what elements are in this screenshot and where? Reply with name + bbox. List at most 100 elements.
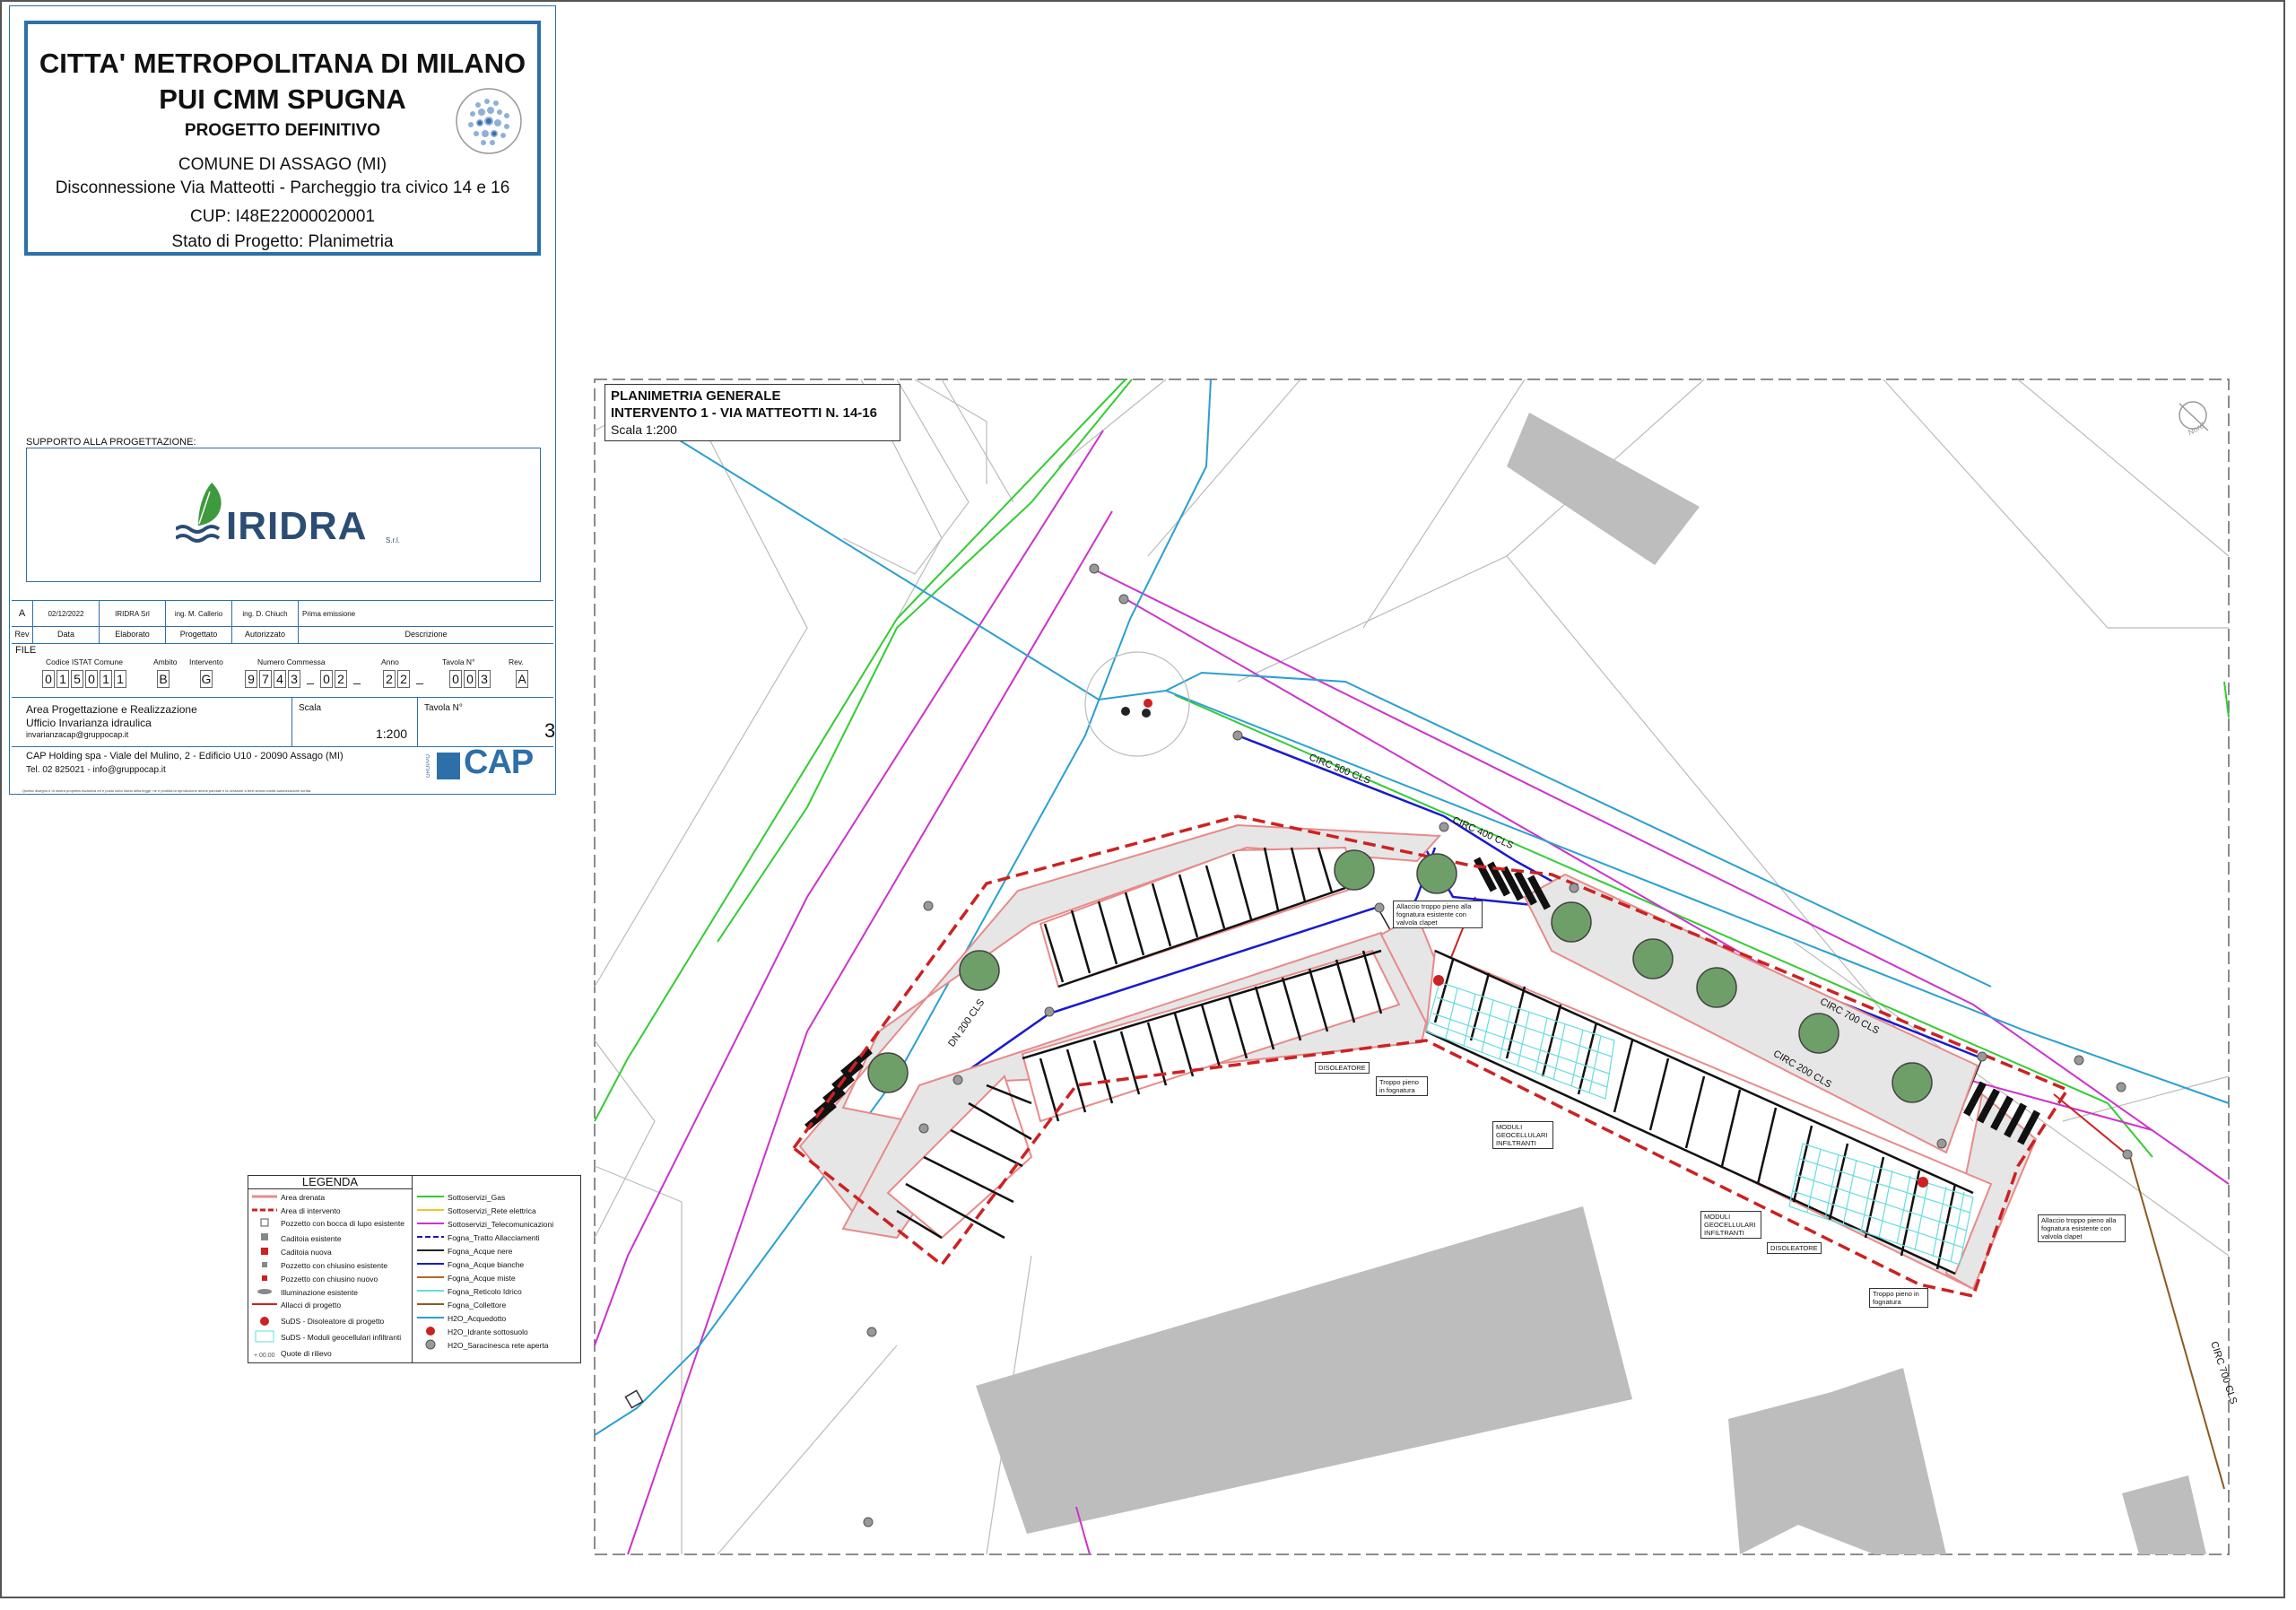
legend-item: Fogna_Acque nere (448, 1246, 513, 1256)
annotation-allaccio-2: Allaccio troppo pieno alla fognatura esi… (2038, 1214, 2126, 1242)
legend-item: Fogna_Reticolo Idrico (448, 1286, 522, 1296)
legend-item: Pozzetto con chiusino esistente (281, 1260, 388, 1270)
office-block: Area Progettazione e Realizzazione Uffic… (12, 697, 556, 747)
iridra-wordmark: IRIDRA (226, 504, 368, 548)
legend-item: Sottoservizi_Telecomunicazioni (448, 1219, 554, 1229)
code-digit: 9 (245, 670, 257, 688)
plan-title: PLANIMETRIA GENERALE (611, 388, 781, 404)
quote-sample: + 00.00 (254, 1353, 275, 1359)
project-description: Disconnessione Via Matteotti - Parcheggi… (55, 178, 510, 197)
code-digit: 3 (478, 670, 491, 688)
anno-code: 2 2 _ (383, 670, 428, 688)
code-digit: 0 (42, 670, 55, 688)
cap-logo-gruppo: GRUPPO (426, 754, 431, 779)
code-digit: 5 (71, 670, 83, 688)
code-header: Tavola N° (442, 657, 475, 666)
rev-description: Prima emissione (302, 609, 356, 618)
cap-address: CAP Holding spa - Viale del Mulino, 2 - … (26, 751, 344, 761)
client-title: CITTA' METROPOLITANA DI MILANO (39, 48, 526, 79)
code-digit: 2 (397, 670, 410, 688)
code-digit: 1 (114, 670, 126, 688)
cap-wordmark: CAP (464, 744, 534, 781)
legend-item: H2O_Idrante sottosuolo (448, 1327, 528, 1336)
annotation-moduli-1: MODULI GEOCELLULARI INFILTRANTI (1492, 1121, 1553, 1149)
copyright-note: Questo disegno è di nostra proprietà esc… (22, 788, 312, 793)
legend: LEGENDA + 00.00 Area drenata Area di int… (248, 1175, 581, 1363)
office-email: invarianzacap@gruppocap.it (26, 730, 129, 739)
code-digit: A (516, 670, 528, 688)
code-digit: 0 (320, 670, 333, 688)
code-separator: _ (416, 670, 423, 684)
support-logo-box: IRIDRA S.r.l. (26, 448, 541, 582)
code-digit: 2 (335, 670, 347, 688)
legend-item: H2O_Saracinesca rete aperta (448, 1340, 549, 1350)
code-digit: 1 (57, 670, 69, 688)
support-label: SUPPORTO ALLA PROGETTAZIONE: (26, 437, 196, 448)
office-area: Area Progettazione e Realizzazione (26, 703, 197, 716)
legend-item: SuDS - Moduli geocellulari infiltranti (281, 1332, 402, 1342)
code-header: Intervento (189, 657, 223, 666)
code-digit: 4 (274, 670, 286, 688)
legend-item: Pozzetto con bocca di lupo esistente (281, 1218, 404, 1228)
iridra-leaf-icon (176, 483, 222, 543)
scale-value: 1:200 (376, 727, 408, 741)
legend-symbols-left: + 00.00 (252, 1195, 277, 1359)
code-header: Numero Commessa (257, 657, 326, 666)
code-digit: B (157, 670, 170, 688)
code-digit: 3 (288, 670, 300, 688)
iridra-suffix: S.r.l. (386, 536, 401, 544)
legend-item: Area drenata (281, 1192, 326, 1202)
code-digit: 2 (383, 670, 396, 688)
tavola-code: 0 0 3 (449, 670, 491, 688)
legend-item: Pozzetto con chiusino nuovo (281, 1274, 378, 1284)
legend-item: Fogna_Acque bianche (448, 1259, 525, 1269)
legend-item: Quote di rilievo (281, 1348, 332, 1358)
municipality: COMUNE DI ASSAGO (MI) (178, 155, 387, 174)
revision-row: A 02/12/2022 IRIDRA Srl ing. M. Callerio… (12, 600, 553, 627)
plan-title-box: PLANIMETRIA GENERALE INTERVENTO 1 - VIA … (604, 384, 900, 441)
code-digit: 7 (259, 670, 272, 688)
rev-date: 02/12/2022 (33, 601, 100, 626)
legend-item: Caditoia esistente (281, 1233, 342, 1243)
rev-header: Progettato (166, 625, 232, 643)
cap-logo-icon: GRUPPO CAP (426, 744, 552, 787)
commessa-code: 9 7 4 3 _ 0 2 _ (245, 670, 365, 688)
code-digit: G (200, 670, 213, 688)
rev-header: Autorizzato (232, 625, 299, 643)
annotation-troppo-1: Troppo pieno in fognatura (1376, 1076, 1428, 1096)
file-label: FILE (15, 645, 37, 656)
code-separator: _ (307, 670, 314, 684)
code-digit: 1 (100, 670, 112, 688)
project-title-box: CITTA' METROPOLITANA DI MILANO PUI CMM S… (24, 21, 541, 256)
intervento-code: G (200, 670, 213, 688)
legend-item: Sottoservizi_Rete elettrica (448, 1205, 536, 1215)
annotation-disoleatore-2: DISOLEATORE (1767, 1242, 1822, 1254)
rev-progettato: ing. M. Callerio (166, 601, 232, 626)
plan-subtitle: INTERVENTO 1 - VIA MATTEOTTI N. 14-16 (611, 405, 877, 421)
ambito-code: B (157, 670, 170, 688)
legend-item: Fogna_Collettore (448, 1300, 507, 1310)
code-separator: _ (353, 670, 361, 684)
code-header: Anno (381, 657, 399, 666)
legend-item: Sottoservizi_Gas (448, 1192, 506, 1202)
legend-symbols-right (417, 1196, 444, 1350)
legend-item: SuDS - Disoleatore di progetto (281, 1316, 385, 1326)
plan-scale: Scala 1:200 (611, 422, 677, 437)
code-digit: 0 (85, 670, 98, 688)
code-header: Rev. (509, 657, 524, 666)
code-digit: 0 (449, 670, 462, 688)
rev-elaborato: IRIDRA Srl (100, 601, 166, 626)
cmm-spugna-logo-icon (456, 88, 522, 154)
sheet-number-label: Tavola N° (424, 703, 463, 713)
rev-header: Rev (12, 625, 33, 643)
annotation-moduli-2: MODULI GEOCELLULARI INFILTRANTI (1700, 1211, 1761, 1239)
rev-header: Elaborato (100, 625, 166, 643)
istat-code: 0 1 5 0 1 1 (42, 670, 126, 688)
legend-item: Allacci di progetto (281, 1300, 342, 1310)
legend-item: Fogna_Tratto Allacciamenti (448, 1232, 540, 1242)
code-header: Codice ISTAT Comune (46, 657, 123, 666)
rev-cell: A (12, 601, 33, 626)
sheet-number: 3 (544, 719, 556, 742)
legend-title: LEGENDA (248, 1176, 413, 1189)
annotation-troppo-2: Troppo pieno in fognatura (1869, 1288, 1928, 1308)
